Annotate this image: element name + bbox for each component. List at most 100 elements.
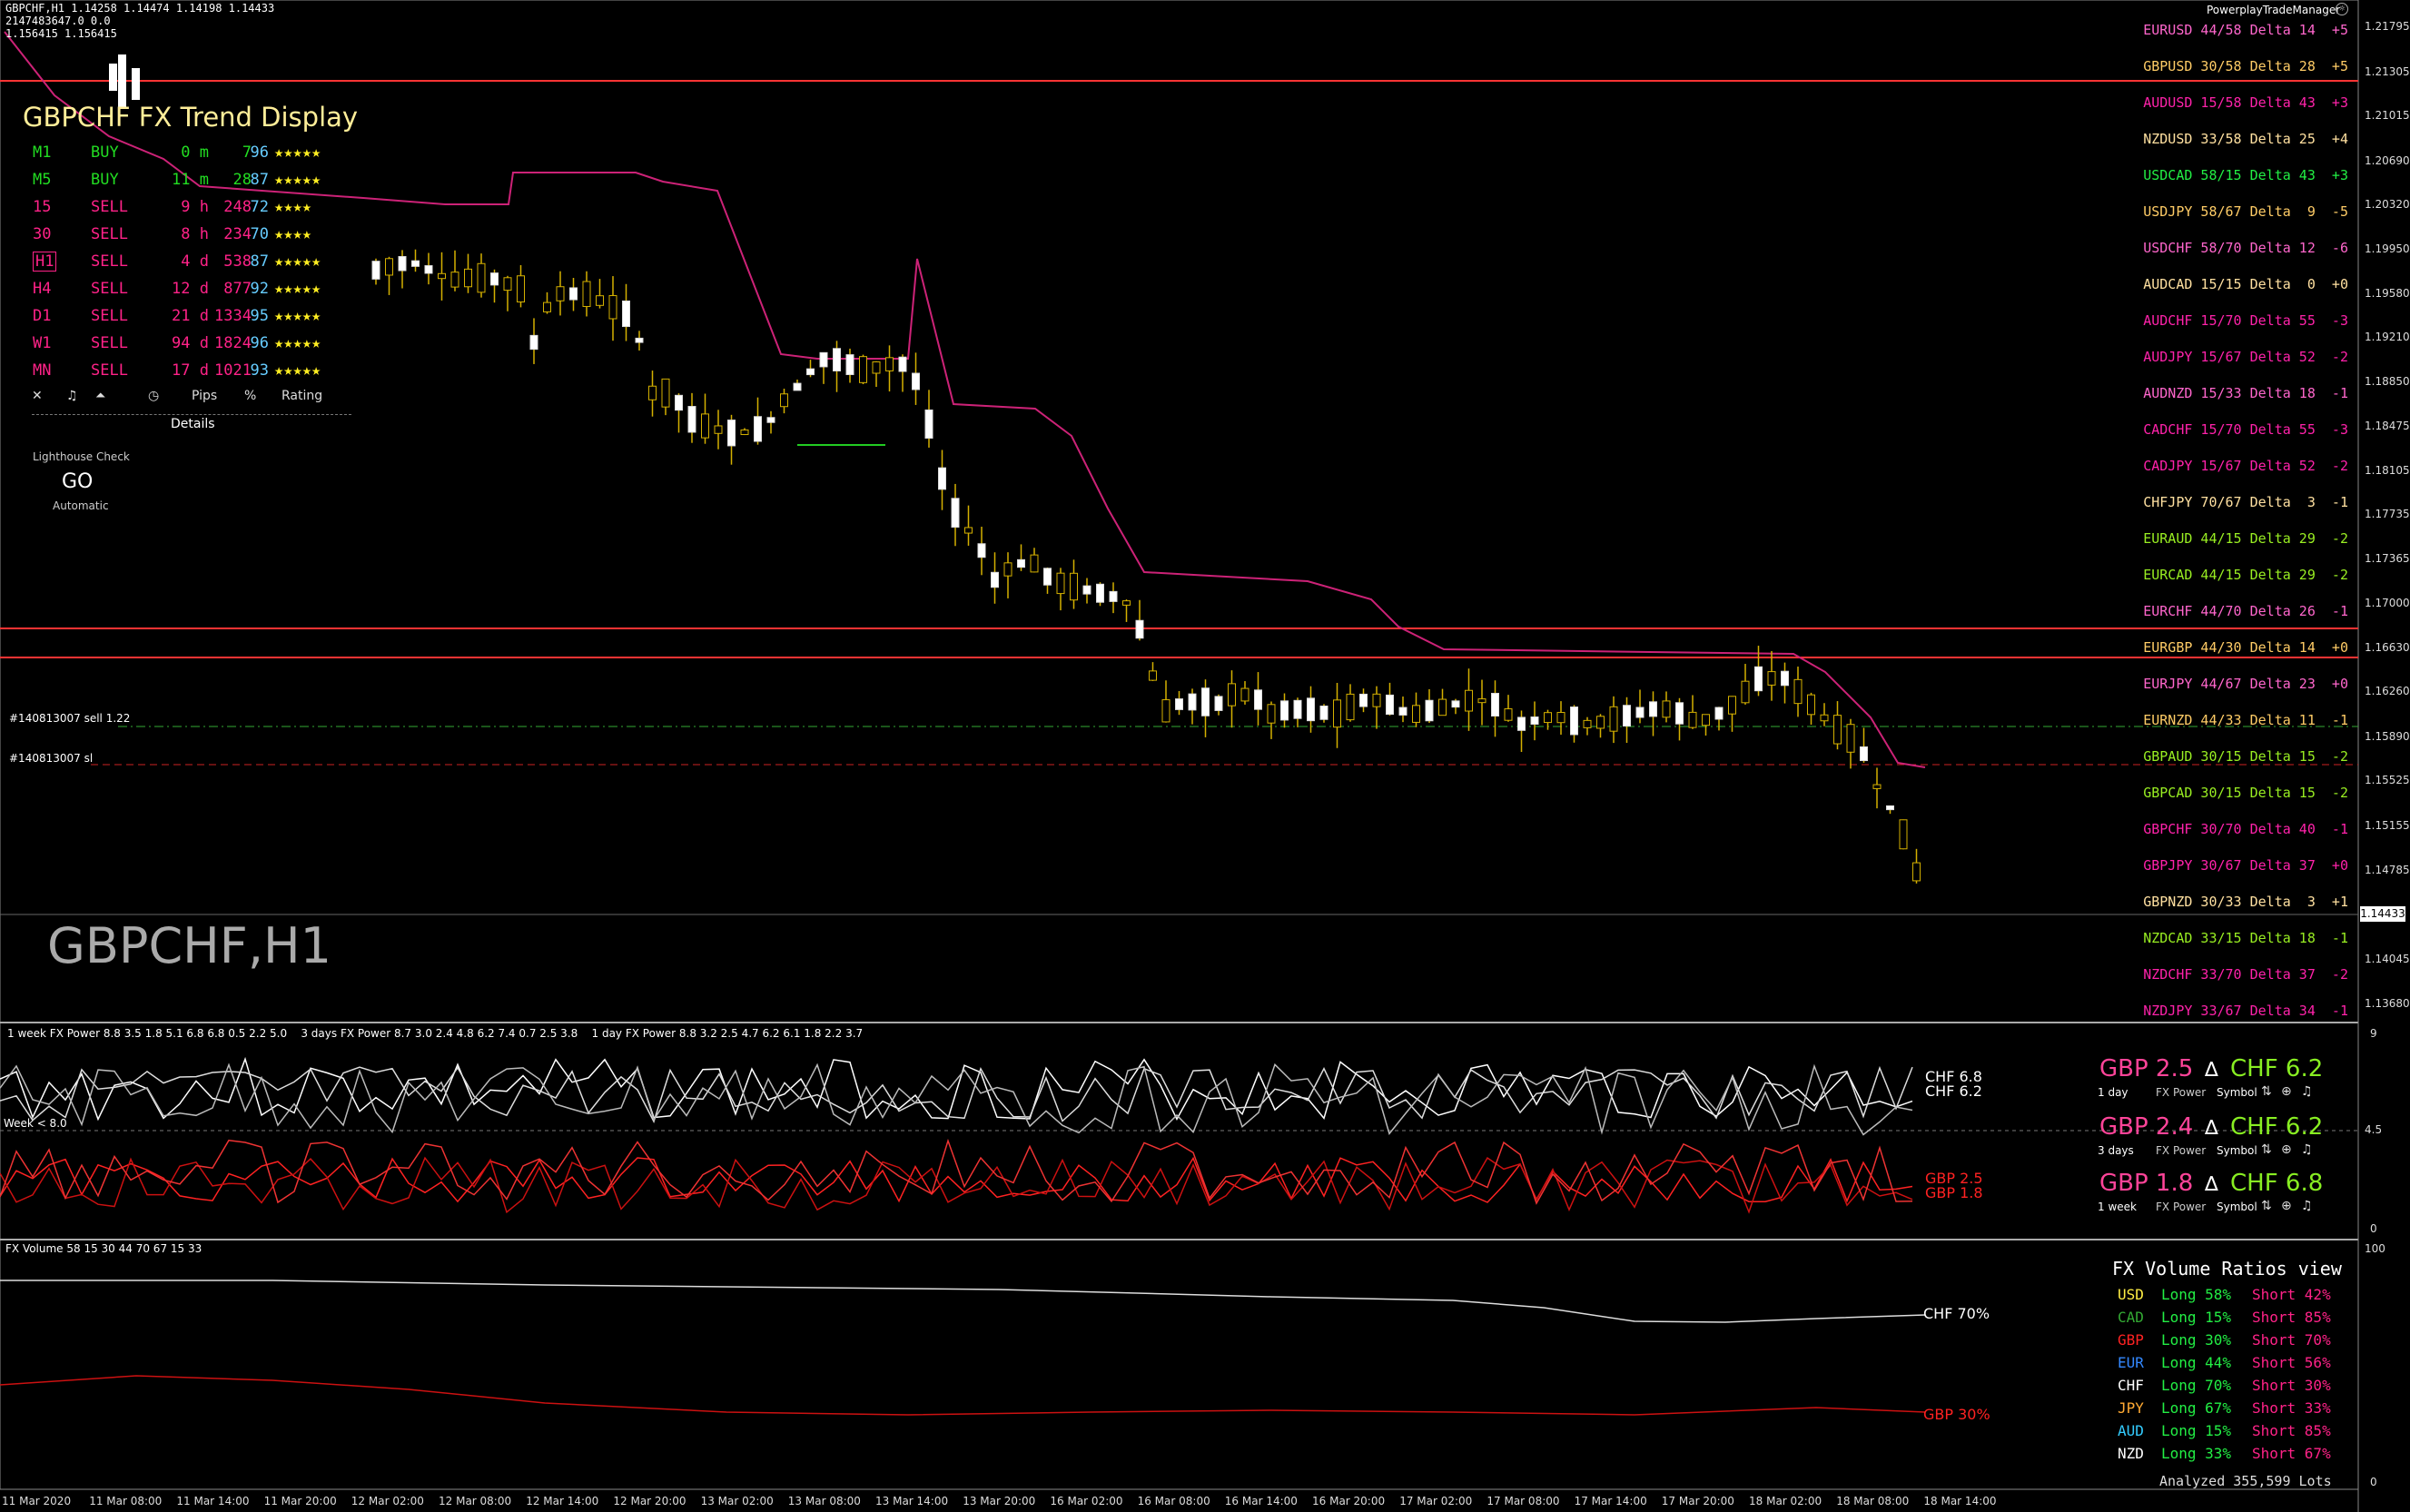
candle-body <box>1912 862 1921 882</box>
candle-body <box>1175 698 1183 710</box>
trend-signal: BUY <box>91 143 119 162</box>
sell-order-label[interactable]: #140813007 sell 1.22 <box>9 712 130 725</box>
pair-item[interactable]: CADJPY 15/67 Delta 52 -2 <box>2143 458 2348 474</box>
candle-body <box>1491 692 1499 717</box>
fx-volume-header: FX Volume 58 15 30 44 70 67 15 33 <box>5 1242 202 1255</box>
trend-tf: M1 <box>33 143 52 162</box>
pair-item[interactable]: USDCHF 58/70 Delta 12 -6 <box>2143 240 2348 256</box>
candle-body <box>1096 583 1104 603</box>
time-tick: 12 Mar 20:00 <box>613 1495 686 1507</box>
price-tick: 1.20690 <box>2365 154 2410 167</box>
pair-item[interactable]: GBPUSD 30/58 Delta 28 +5 <box>2143 58 2348 74</box>
crosshair-icon[interactable]: ⊕ <box>2281 1199 2292 1213</box>
pair-item[interactable]: GBPCAD 30/15 Delta 15 -2 <box>2143 785 2348 801</box>
gbp-volume-label: GBP 30% <box>1923 1406 1990 1423</box>
settings-icon[interactable]: ☼ <box>2336 3 2348 15</box>
crosshair-icon[interactable]: ⊕ <box>2281 1084 2292 1099</box>
trend-age: 0 m <box>181 143 209 162</box>
price-chart[interactable] <box>0 0 2410 1512</box>
fx-power-label: FX Power <box>2156 1144 2207 1157</box>
pair-item[interactable]: GBPNZD 30/33 Delta 3 +1 <box>2143 894 2348 910</box>
trend-row-d1[interactable]: D1 SELL 21 d 1334 95 ★★★★★ <box>27 307 354 334</box>
candle-body <box>1649 701 1657 717</box>
pair-item[interactable]: EURNZD 44/33 Delta 11 -1 <box>2143 712 2348 728</box>
pair-item[interactable]: EURAUD 44/15 Delta 29 -2 <box>2143 530 2348 547</box>
candle-body <box>1635 707 1645 718</box>
candle-body <box>1149 670 1157 681</box>
trend-row-30[interactable]: 30 SELL 8 h 234 70 ★★★★ <box>27 225 354 252</box>
pair-item[interactable]: AUDUSD 15/58 Delta 43 +3 <box>2143 94 2348 111</box>
time-tick: 13 Mar 08:00 <box>787 1495 861 1507</box>
pair-item[interactable]: GBPAUD 30/15 Delta 15 -2 <box>2143 748 2348 765</box>
power-line <box>0 1062 1913 1136</box>
price-tick: 1.19210 <box>2365 331 2410 343</box>
pair-item[interactable]: EURUSD 44/58 Delta 14 +5 <box>2143 22 2348 38</box>
trend-pct: 95 <box>250 307 269 325</box>
trend-row-15[interactable]: 15 SELL 9 h 248 72 ★★★★ <box>27 198 354 225</box>
trend-row-m1[interactable]: M1 BUY 0 m 7 96 ★★★★★ <box>27 143 354 171</box>
base-power-value: GBP 1.8 <box>2099 1170 2194 1197</box>
alert-icon[interactable]: ⏶ <box>95 389 105 403</box>
stop-loss-label[interactable]: #140813007 sl <box>9 752 93 765</box>
close-icon[interactable]: ✕ <box>32 389 43 403</box>
pair-item[interactable]: GBPJPY 30/67 Delta 37 +0 <box>2143 857 2348 874</box>
pair-item[interactable]: AUDCHF 15/70 Delta 55 -3 <box>2143 312 2348 329</box>
time-tick: 17 Mar 02:00 <box>1399 1495 1473 1507</box>
trend-signal: SELL <box>91 280 128 298</box>
time-tick: 18 Mar 14:00 <box>1923 1495 1997 1507</box>
trend-row-h1[interactable]: H1 SELL 4 d 538 87 ★★★★★ <box>27 252 354 280</box>
pair-item[interactable]: EURCHF 44/70 Delta 26 -1 <box>2143 603 2348 619</box>
pair-item[interactable]: EURJPY 44/67 Delta 23 +0 <box>2143 676 2348 692</box>
sort-icon[interactable]: ⇅ <box>2261 1199 2272 1213</box>
sound-icon[interactable]: ♫ <box>2301 1084 2313 1099</box>
lighthouse-label: Lighthouse Check <box>33 450 130 463</box>
candle-body <box>1043 568 1052 586</box>
sort-icon[interactable]: ⇅ <box>2261 1142 2272 1157</box>
details-button[interactable]: Details <box>171 417 215 431</box>
pair-item[interactable]: AUDJPY 15/67 Delta 52 -2 <box>2143 349 2348 365</box>
pair-item[interactable]: GBPCHF 30/70 Delta 40 -1 <box>2143 821 2348 837</box>
pair-item[interactable]: CHFJPY 70/67 Delta 3 -1 <box>2143 494 2348 510</box>
candle-body <box>398 255 407 272</box>
pair-item[interactable]: EURCAD 44/15 Delta 29 -2 <box>2143 567 2348 583</box>
price-tick: 1.18105 <box>2365 464 2410 477</box>
pair-item[interactable]: NZDCHF 33/70 Delta 37 -2 <box>2143 966 2348 983</box>
pair-item[interactable]: CADCHF 15/70 Delta 55 -3 <box>2143 421 2348 438</box>
sound-icon[interactable]: ♫ <box>66 389 78 403</box>
candle-body <box>1346 693 1355 721</box>
sort-icon[interactable]: ⇅ <box>2261 1084 2272 1099</box>
pair-item[interactable]: AUDNZD 15/33 Delta 18 -1 <box>2143 385 2348 401</box>
candle-body <box>371 261 380 280</box>
pair-item[interactable]: NZDJPY 33/67 Delta 34 -1 <box>2143 1003 2348 1019</box>
candle-body <box>1254 689 1262 710</box>
trend-pct: 72 <box>250 198 269 216</box>
analyzed-lots: Analyzed 355,599 Lots <box>2159 1473 2332 1489</box>
pair-item[interactable]: EURGBP 44/30 Delta 14 +0 <box>2143 639 2348 656</box>
candle-body <box>517 275 525 303</box>
crosshair-icon[interactable]: ⊕ <box>2281 1142 2292 1157</box>
pair-item[interactable]: NZDCAD 33/15 Delta 18 -1 <box>2143 930 2348 946</box>
trend-age: 94 d <box>172 334 209 352</box>
candle-body <box>490 272 499 286</box>
trend-row-h4[interactable]: H4 SELL 12 d 877 92 ★★★★★ <box>27 280 354 307</box>
time-tick: 16 Mar 02:00 <box>1050 1495 1123 1507</box>
trend-row-m5[interactable]: M5 BUY 11 m 28 87 ★★★★★ <box>27 171 354 198</box>
candle-body <box>118 54 126 109</box>
pair-item[interactable]: AUDCAD 15/15 Delta 0 +0 <box>2143 276 2348 292</box>
time-tick: 12 Mar 14:00 <box>526 1495 599 1507</box>
lighthouse-status[interactable]: GO <box>62 470 93 493</box>
candle-body <box>1793 678 1803 705</box>
trend-row-w1[interactable]: W1 SELL 94 d 1824 96 ★★★★★ <box>27 334 354 361</box>
time-tick: 16 Mar 08:00 <box>1137 1495 1210 1507</box>
clock-icon[interactable]: ◷ <box>148 389 159 403</box>
pair-item[interactable]: NZDUSD 33/58 Delta 25 +4 <box>2143 131 2348 147</box>
trend-row-mn[interactable]: MN SELL 17 d 1021 93 ★★★★★ <box>27 361 354 389</box>
trend-signal: SELL <box>91 252 128 271</box>
sound-icon[interactable]: ♫ <box>2301 1142 2313 1157</box>
price-tick: 1.13680 <box>2365 997 2410 1010</box>
header-line-2: 2147483647.0 0.0 <box>5 15 111 27</box>
sound-icon[interactable]: ♫ <box>2301 1199 2313 1213</box>
pair-item[interactable]: USDCAD 58/15 Delta 43 +3 <box>2143 167 2348 183</box>
trend-pct: 96 <box>250 143 269 162</box>
pair-item[interactable]: USDJPY 58/67 Delta 9 -5 <box>2143 203 2348 220</box>
